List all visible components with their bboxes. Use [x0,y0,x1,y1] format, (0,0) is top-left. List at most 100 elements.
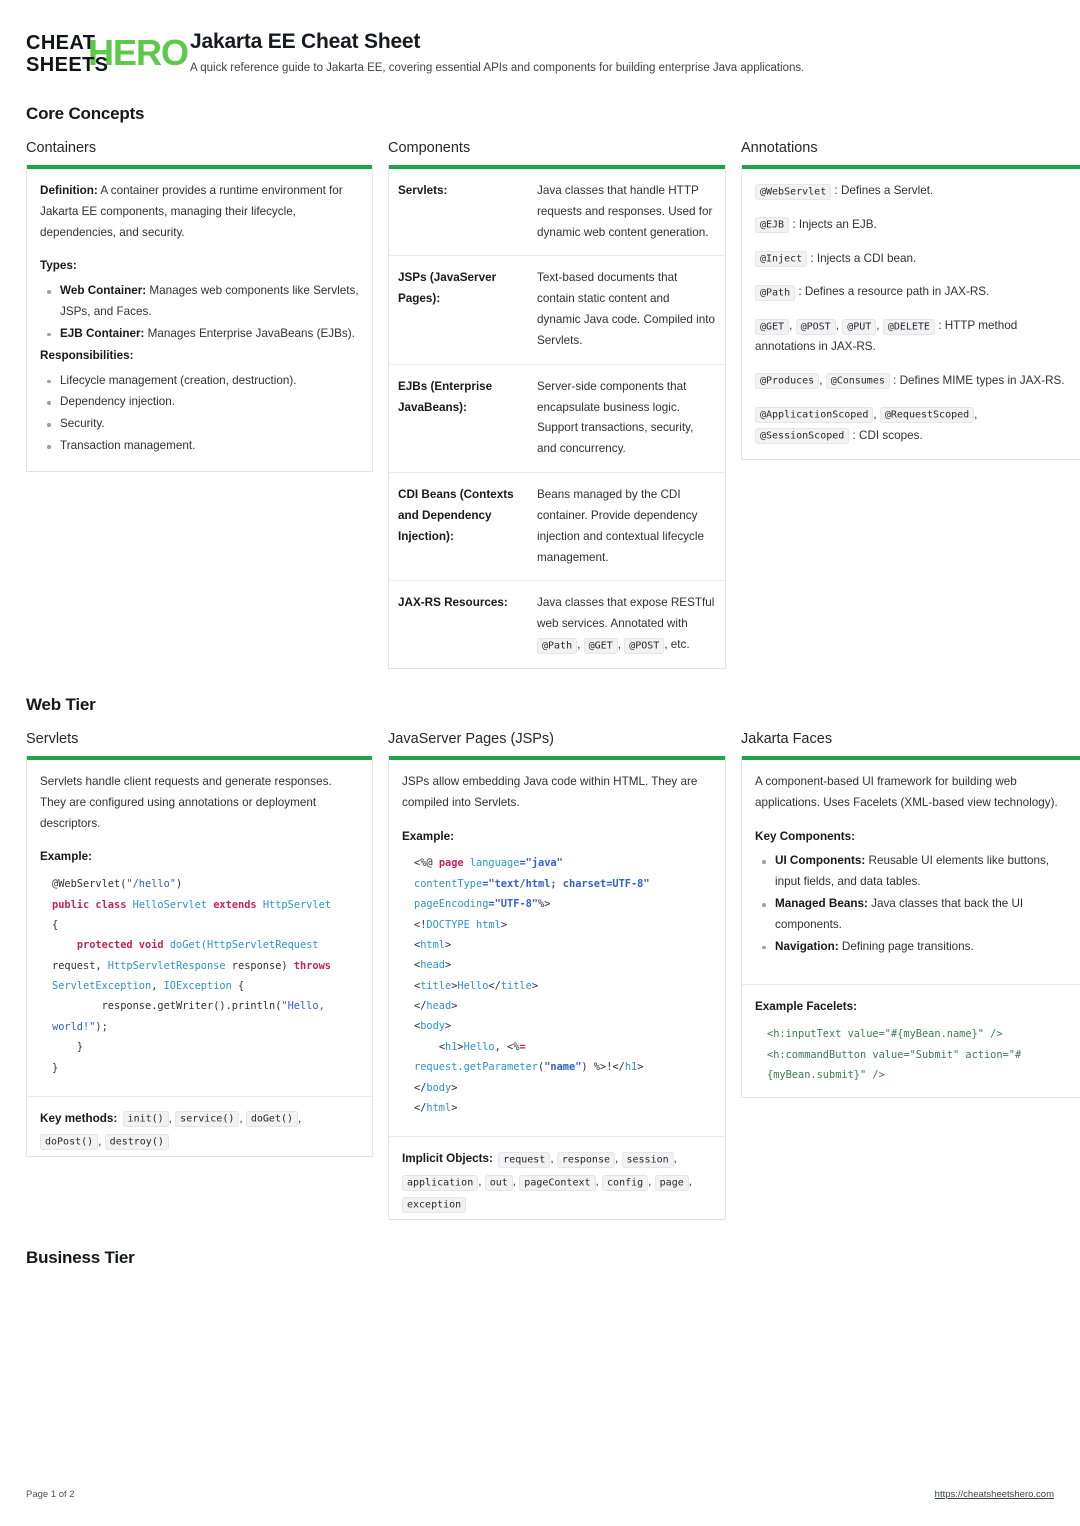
servlets-code-block: @WebServlet("/hello") public class Hello… [52,878,332,1074]
example-facelets-label: Example Facelets: [755,999,857,1013]
chip-sep: , [819,373,826,387]
column-servlets: Servlets Servlets handle client requests… [26,731,373,1157]
faces-example-facelets: Example Facelets: <h:inputText value="#{… [742,983,1080,1098]
component-label: Managed Beans: [775,897,868,911]
implicit-object-chip: config [602,1174,649,1191]
annotation-entry: @Inject : Injects a CDI bean. [755,249,1067,270]
annotation-entry: @Path : Defines a resource path in JAX-R… [755,282,1067,303]
annotation-chip: @RequestScoped [879,407,975,424]
card-title-servlets: Servlets [26,730,79,747]
chip-sep: , [974,407,978,421]
column-jakarta-faces: Jakarta Faces A component-based UI frame… [741,731,1080,1099]
method-chip: destroy() [104,1134,169,1151]
annotation-chip: @DELETE [882,318,935,335]
list-item: EJB Container: Manages Enterprise JavaBe… [47,324,359,345]
implicit-object-chip: application [402,1174,479,1191]
site-url-link[interactable]: https://cheatsheetshero.com [935,1489,1054,1500]
component-desc-suffix: , etc. [664,638,690,652]
annotation-chip: @SessionScoped [755,428,850,445]
implicit-object-chip: pageContext [519,1174,596,1191]
jsps-implicit-objects: Implicit Objects: request, response, ses… [389,1136,725,1218]
chip-sep: , [98,1134,105,1148]
annotation-chip: @GET [583,637,618,654]
card-title-jsps: JavaServer Pages (JSPs) [388,730,555,747]
component-name: EJBs (Enterprise JavaBeans): [389,364,527,474]
implicit-object-chip: session [621,1151,674,1168]
list-item: Navigation: Defining page transitions. [762,937,1067,958]
annotation-entry: @GET, @POST, @PUT, @DELETE : HTTP method… [755,316,1067,358]
table-row: JSPs (JavaServer Pages): Text-based docu… [389,255,725,365]
annotation-text: : CDI scopes. [852,428,923,442]
containers-responsibilities-label: Responsibilities: [40,348,134,362]
header-text-block: Jakarta EE Cheat Sheet A quick reference… [190,28,804,77]
chip-sep: , [673,1152,677,1166]
chip-sep: , [239,1111,246,1125]
implicit-object-chip: response [556,1151,615,1168]
method-chip: doPost() [40,1134,99,1151]
list-item: UI Components: Reusable UI elements like… [762,851,1067,893]
jsps-intro: JSPs allow embedding Java code within HT… [402,774,698,809]
card-jsps: JSPs allow embedding Java code within HT… [388,755,726,1220]
annotation-text: : Injects an EJB. [792,217,877,231]
annotation-chip: @PUT [842,318,877,335]
annotation-entry: @Produces, @Consumes : Defines MIME type… [755,371,1067,392]
card-title-containers: Containers [26,140,97,156]
component-desc-prefix: Java classes that expose RESTful web ser… [537,596,715,631]
component-description: Text-based documents that contain static… [527,255,725,365]
page-subtitle: A quick reference guide to Jakarta EE, c… [190,62,805,74]
annotation-chip: @ApplicationScoped [755,407,874,424]
column-annotations: Annotations @WebServlet : Defines a Serv… [741,140,1080,461]
faces-intro: A component-based UI framework for build… [755,774,1058,809]
chip-sep: , [789,319,796,333]
implicit-object-chip: request [498,1151,551,1168]
table-row: EJBs (Enterprise JavaBeans): Server-side… [389,364,725,474]
card-annotations: @WebServlet : Defines a Servlet. @EJB : … [741,165,1080,461]
type-text: Manages Enterprise JavaBeans (EJBs). [144,326,355,340]
chip-sep: , [873,407,880,421]
chip-sep: , [550,1152,557,1166]
annotation-chip: @WebServlet [755,183,832,200]
section-heading-core-concepts: Core Concepts [26,104,145,123]
list-item: Dependency injection. [47,392,359,413]
containers-definition: Definition: A container provides a runti… [40,181,359,243]
card-servlets: Servlets handle client requests and gene… [26,755,373,1157]
annotation-chip: @Inject [755,251,808,268]
component-description: Java classes that expose RESTful web ser… [527,581,725,668]
annotation-entry: @WebServlet : Defines a Servlet. [755,181,1067,202]
key-methods-label: Key methods: [40,1111,118,1125]
implicit-objects-label: Implicit Objects: [402,1152,493,1166]
servlets-example-label: Example: [40,850,92,864]
list-item: Web Container: Manages web components li… [47,281,359,323]
chip-sep: , [648,1175,655,1189]
table-row: CDI Beans (Contexts and Dependency Injec… [389,472,725,582]
implicit-object-chip: page [654,1174,689,1191]
card-body-jakarta-faces: A component-based UI framework for build… [742,760,1080,972]
table-row: JAX-RS Resources: Java classes that expo… [389,581,725,668]
chip-sep: , [298,1111,302,1125]
card-title-jakarta-faces: Jakarta Faces [741,730,833,747]
component-text: Defining page transitions. [838,939,974,953]
section-heading-web-tier: Web Tier [26,694,96,714]
page-footer: Page 1 of 2 https://cheatsheetshero.com [26,1489,1054,1500]
implicit-object-chip: out [484,1174,513,1191]
chip-sep: , [876,319,883,333]
containers-types-label: Types: [40,259,77,273]
logo-text-cheat: CHEAT [26,32,96,54]
core-concepts-columns: Containers Definition: A container provi… [26,140,1080,669]
component-name: CDI Beans (Contexts and Dependency Injec… [389,472,527,582]
component-name: JAX-RS Resources: [398,596,508,610]
component-description: Java classes that handle HTTP requests a… [527,169,725,257]
card-body-annotations: @WebServlet : Defines a Servlet. @EJB : … [742,169,1080,459]
containers-definition-label: Definition: [40,184,98,197]
column-components: Components Servlets: Java classes that h… [388,140,726,669]
web-tier-columns: Servlets Servlets handle client requests… [26,730,1080,1220]
annotation-chip: @GET [755,318,790,335]
section-heading-business-tier: Business Tier [26,1247,135,1267]
method-chip: init() [122,1111,169,1128]
component-name: Servlets: [389,169,527,257]
component-label: Navigation: [775,939,839,953]
chip-sep: , [615,1152,622,1166]
table-row: Servlets: Java classes that handle HTTP … [389,169,725,257]
card-jakarta-faces: A component-based UI framework for build… [741,755,1080,1099]
containers-responsibilities-list: Lifecycle management (creation, destruct… [40,371,359,457]
